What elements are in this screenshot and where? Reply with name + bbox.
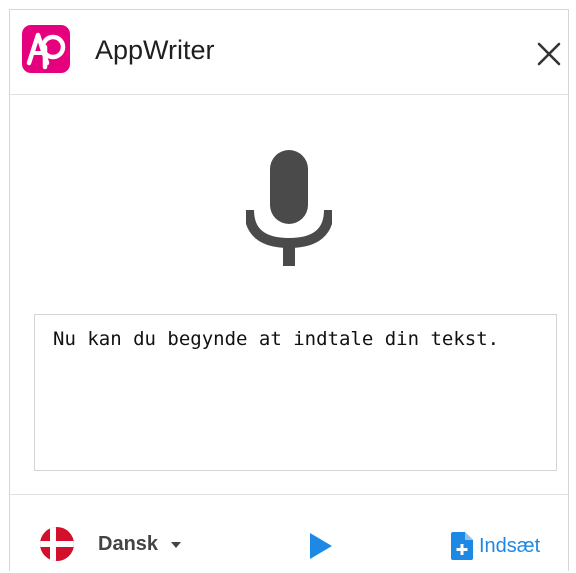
play-icon[interactable] <box>305 531 335 561</box>
app-title: AppWriter <box>95 35 215 65</box>
appwriter-window: AppWriter Nu kan du begynde at indtale d… <box>9 9 569 571</box>
header-bar: AppWriter <box>10 10 568 95</box>
dictation-text-area[interactable]: Nu kan du begynde at indtale din tekst. <box>34 314 557 471</box>
footer-bar: Dansk Indsæt <box>10 494 568 573</box>
close-icon[interactable] <box>532 37 566 71</box>
insert-label: Indsæt <box>479 534 541 557</box>
appwriter-logo-icon <box>22 25 70 73</box>
language-selector[interactable]: Dansk <box>40 527 182 561</box>
denmark-flag-icon <box>40 527 74 561</box>
insert-document-icon <box>451 532 473 560</box>
microphone-icon[interactable] <box>246 150 332 266</box>
insert-button[interactable]: Indsæt <box>451 531 540 561</box>
caret-down-icon <box>171 542 182 548</box>
language-label: Dansk <box>98 532 159 555</box>
